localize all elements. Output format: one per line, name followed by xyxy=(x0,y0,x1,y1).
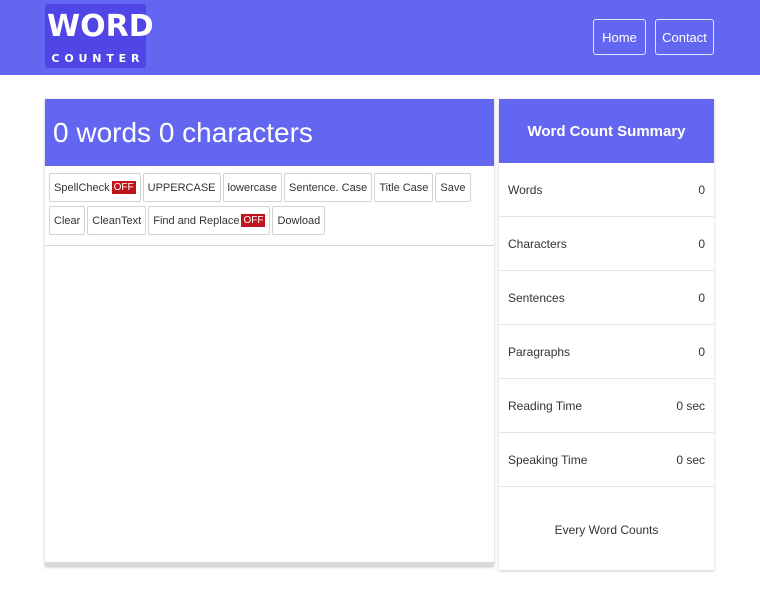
logo-letter: U xyxy=(78,52,88,65)
spellcheck-button[interactable]: SpellCheck OFF xyxy=(49,173,141,202)
summary-row-speaking-time: Speaking Time 0 sec xyxy=(499,433,714,487)
logo-letter: R xyxy=(105,9,129,44)
summary-row-label: Speaking Time xyxy=(508,452,588,467)
summary-row-words: Words 0 xyxy=(499,163,714,217)
clean-text-button[interactable]: CleanText xyxy=(87,206,147,235)
find-replace-label: Find and Replace xyxy=(153,214,240,227)
site-header: W O R D C O U N T E R Home Contact xyxy=(0,0,760,75)
logo-main-text: W O R D xyxy=(45,9,154,44)
spellcheck-state-badge: OFF xyxy=(111,181,136,194)
find-replace-button[interactable]: Find and Replace OFF xyxy=(148,206,271,235)
logo-letter: C xyxy=(51,52,60,65)
logo-letter: O xyxy=(64,52,74,65)
text-input-area[interactable] xyxy=(45,246,494,562)
summary-title: Word Count Summary xyxy=(499,99,714,163)
summary-row-characters: Characters 0 xyxy=(499,217,714,271)
logo-letter: D xyxy=(128,9,154,44)
uppercase-button[interactable]: UPPERCASE xyxy=(142,173,221,202)
logo-letter: E xyxy=(118,52,127,65)
summary-row-value: 0 xyxy=(698,236,705,251)
summary-row-value: 0 sec xyxy=(676,452,705,467)
summary-row-label: Words xyxy=(508,182,543,197)
find-replace-state-badge: OFF xyxy=(241,214,266,227)
summary-row-value: 0 xyxy=(698,182,705,197)
summary-row-label: Reading Time xyxy=(508,398,583,413)
clear-button[interactable]: Clear xyxy=(49,206,86,235)
summary-row-value: 0 xyxy=(698,290,705,305)
summary-row-value: 0 xyxy=(698,344,705,359)
logo-letter: O xyxy=(80,9,106,44)
spellcheck-label: SpellCheck xyxy=(54,181,110,194)
title-case-button[interactable]: Title Case xyxy=(374,173,434,202)
word-count-summary-panel: Word Count Summary Words 0 Characters 0 … xyxy=(499,99,714,570)
editor-toolbar: SpellCheck OFF UPPERCASE lowercase Sente… xyxy=(45,166,494,246)
editor-panel: 0 words 0 characters SpellCheck OFF UPPE… xyxy=(45,99,494,566)
summary-row-reading-time: Reading Time 0 sec xyxy=(499,379,714,433)
word-counter-logo[interactable]: W O R D C O U N T E R xyxy=(45,4,154,68)
nav-home-button[interactable]: Home xyxy=(593,19,646,55)
logo-letter: W xyxy=(47,9,81,44)
download-button[interactable]: Dowload xyxy=(272,206,326,235)
logo-letter: T xyxy=(106,52,114,65)
summary-row-label: Characters xyxy=(508,236,567,251)
nav-contact-button[interactable]: Contact xyxy=(655,19,714,55)
save-button[interactable]: Save xyxy=(435,173,471,202)
summary-row-label: Paragraphs xyxy=(508,344,571,359)
summary-row-value: 0 sec xyxy=(676,398,705,413)
lowercase-button[interactable]: lowercase xyxy=(222,173,283,202)
logo-letter: N xyxy=(92,52,102,65)
logo-sub-text: C O U N T E R xyxy=(45,52,146,66)
editor-bottom-bar xyxy=(45,562,494,566)
summary-row-paragraphs: Paragraphs 0 xyxy=(499,325,714,379)
summary-row-label: Sentences xyxy=(508,290,565,305)
logo-letter: R xyxy=(131,52,140,65)
sentence-case-button[interactable]: Sentence. Case xyxy=(284,173,373,202)
summary-row-sentences: Sentences 0 xyxy=(499,271,714,325)
summary-footer-text: Every Word Counts xyxy=(554,523,659,537)
word-character-count-heading: 0 words 0 characters xyxy=(45,99,494,166)
